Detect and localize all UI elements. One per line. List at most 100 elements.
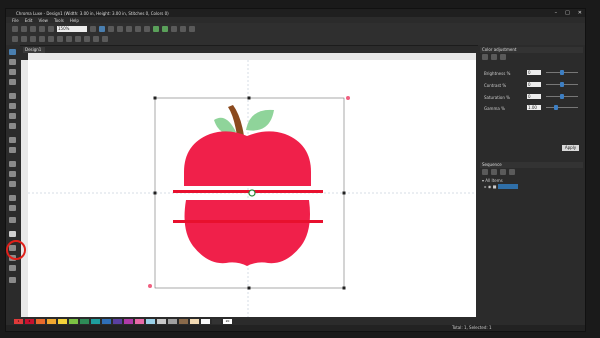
split-bar-top (173, 190, 323, 193)
thread-swatch[interactable] (102, 318, 111, 324)
hoop-icon[interactable] (117, 26, 123, 32)
thread-swatch[interactable]: 2 (25, 318, 34, 324)
design-canvas[interactable] (28, 60, 476, 317)
brightness-slider[interactable] (546, 70, 578, 75)
satin-icon[interactable] (162, 26, 168, 32)
align-center-icon[interactable] (21, 36, 27, 42)
thread-swatch[interactable] (124, 318, 133, 324)
menu-help[interactable]: Help (70, 18, 79, 23)
thread-swatch[interactable] (69, 318, 78, 324)
shape-tool-icon[interactable] (9, 137, 16, 143)
menu-file[interactable]: File (12, 18, 19, 23)
satin-tool-icon[interactable] (9, 195, 16, 201)
redo-icon[interactable] (48, 26, 54, 32)
thread-swatch[interactable] (201, 318, 210, 324)
flip-icon[interactable] (84, 36, 90, 42)
fill-tool-icon[interactable] (9, 181, 16, 187)
align-bottom-icon[interactable] (57, 36, 63, 42)
hoop-tool-icon[interactable] (9, 265, 16, 271)
brightness-knob[interactable] (560, 70, 564, 75)
lock-icon[interactable] (102, 36, 108, 42)
text-tab-icon[interactable] (500, 169, 506, 175)
brightness-input[interactable]: 0 (527, 70, 541, 75)
zoom-select[interactable]: 150% (57, 26, 87, 32)
thread-swatch[interactable] (146, 318, 155, 324)
zoom-in-icon[interactable] (90, 26, 96, 32)
minimize-button[interactable]: – (555, 10, 558, 16)
ungroup-icon[interactable] (75, 36, 81, 42)
saturation-input[interactable]: 0 (527, 94, 541, 99)
thread-swatch[interactable] (157, 318, 166, 324)
saturation-slider[interactable] (546, 94, 578, 99)
contrast-knob[interactable] (560, 82, 564, 87)
group-icon[interactable] (66, 36, 72, 42)
brush-tab-icon[interactable] (491, 54, 497, 60)
split-tool-icon[interactable] (9, 231, 16, 237)
pattern-icon[interactable] (144, 26, 150, 32)
gamma-knob[interactable] (554, 105, 558, 110)
select-mode-icon[interactable] (99, 26, 105, 32)
thread-swatch[interactable] (58, 318, 67, 324)
thread-swatch[interactable]: 20 (223, 318, 232, 324)
close-button[interactable]: ✕ (578, 10, 582, 16)
new-icon[interactable] (12, 26, 18, 32)
align-right-icon[interactable] (30, 36, 36, 42)
gamma-slider[interactable] (546, 105, 578, 110)
text-tool-icon[interactable] (9, 161, 16, 167)
palette-tab-icon[interactable] (500, 54, 506, 60)
knife-tool-icon[interactable] (9, 69, 16, 75)
thread-swatch[interactable] (47, 318, 56, 324)
measure-tool-icon[interactable] (9, 113, 16, 119)
grid-icon[interactable] (126, 26, 132, 32)
motif-icon[interactable] (180, 26, 186, 32)
adjust-tab-icon[interactable] (482, 54, 488, 60)
contrast-slider[interactable] (546, 82, 578, 87)
pan-tool-icon[interactable] (9, 103, 16, 109)
thread-swatch[interactable] (234, 318, 243, 324)
thread-swatch[interactable] (135, 318, 144, 324)
applique-tool-icon[interactable] (9, 205, 16, 211)
thread-swatch[interactable] (91, 318, 100, 324)
selected-item-row[interactable]: ▸ ◉ ■ (482, 184, 582, 190)
align-middle-icon[interactable] (48, 36, 54, 42)
undo-icon[interactable] (39, 26, 45, 32)
saturation-knob[interactable] (560, 94, 564, 99)
star-tab-icon[interactable] (491, 169, 497, 175)
maximize-button[interactable]: □ (565, 10, 570, 16)
thread-swatch[interactable] (113, 318, 122, 324)
apply-button[interactable]: Apply (562, 145, 579, 151)
rotate-icon[interactable] (93, 36, 99, 42)
menu-view[interactable]: View (38, 18, 48, 23)
monogram-tool-icon[interactable] (9, 171, 16, 177)
edit-tool-icon[interactable] (9, 277, 16, 283)
stitch-mode-icon[interactable] (108, 26, 114, 32)
node-tool-icon[interactable] (9, 79, 16, 85)
thread-swatch[interactable] (190, 318, 199, 324)
gamma-input[interactable]: 1.00 (527, 105, 541, 110)
image-tool-icon[interactable] (9, 123, 16, 129)
thread-swatch[interactable] (80, 318, 89, 324)
running-stitch-icon[interactable] (171, 26, 177, 32)
thread-swatch[interactable]: 1 (14, 318, 23, 324)
fill-icon[interactable] (153, 26, 159, 32)
reshape-tool-icon[interactable] (9, 59, 16, 65)
layers-tab-icon[interactable] (482, 169, 488, 175)
thread-swatch[interactable] (168, 318, 177, 324)
thread-swatch[interactable] (179, 318, 188, 324)
settings-icon[interactable] (189, 26, 195, 32)
wave-icon[interactable] (135, 26, 141, 32)
select-tool-icon[interactable] (9, 49, 16, 55)
align-left-icon[interactable] (12, 36, 18, 42)
open-icon[interactable] (21, 26, 27, 32)
menu-edit[interactable]: Edit (25, 18, 33, 23)
save-icon[interactable] (30, 26, 36, 32)
cross-stitch-tool-icon[interactable] (9, 217, 16, 223)
menu-tools[interactable]: Tools (54, 18, 64, 23)
thread-swatch[interactable] (36, 318, 45, 324)
contrast-input[interactable]: 0 (527, 82, 541, 87)
link-tab-icon[interactable] (509, 169, 515, 175)
pen-tool-icon[interactable] (9, 147, 16, 153)
zoom-tool-icon[interactable] (9, 93, 16, 99)
thread-swatch[interactable] (212, 318, 221, 324)
align-top-icon[interactable] (39, 36, 45, 42)
